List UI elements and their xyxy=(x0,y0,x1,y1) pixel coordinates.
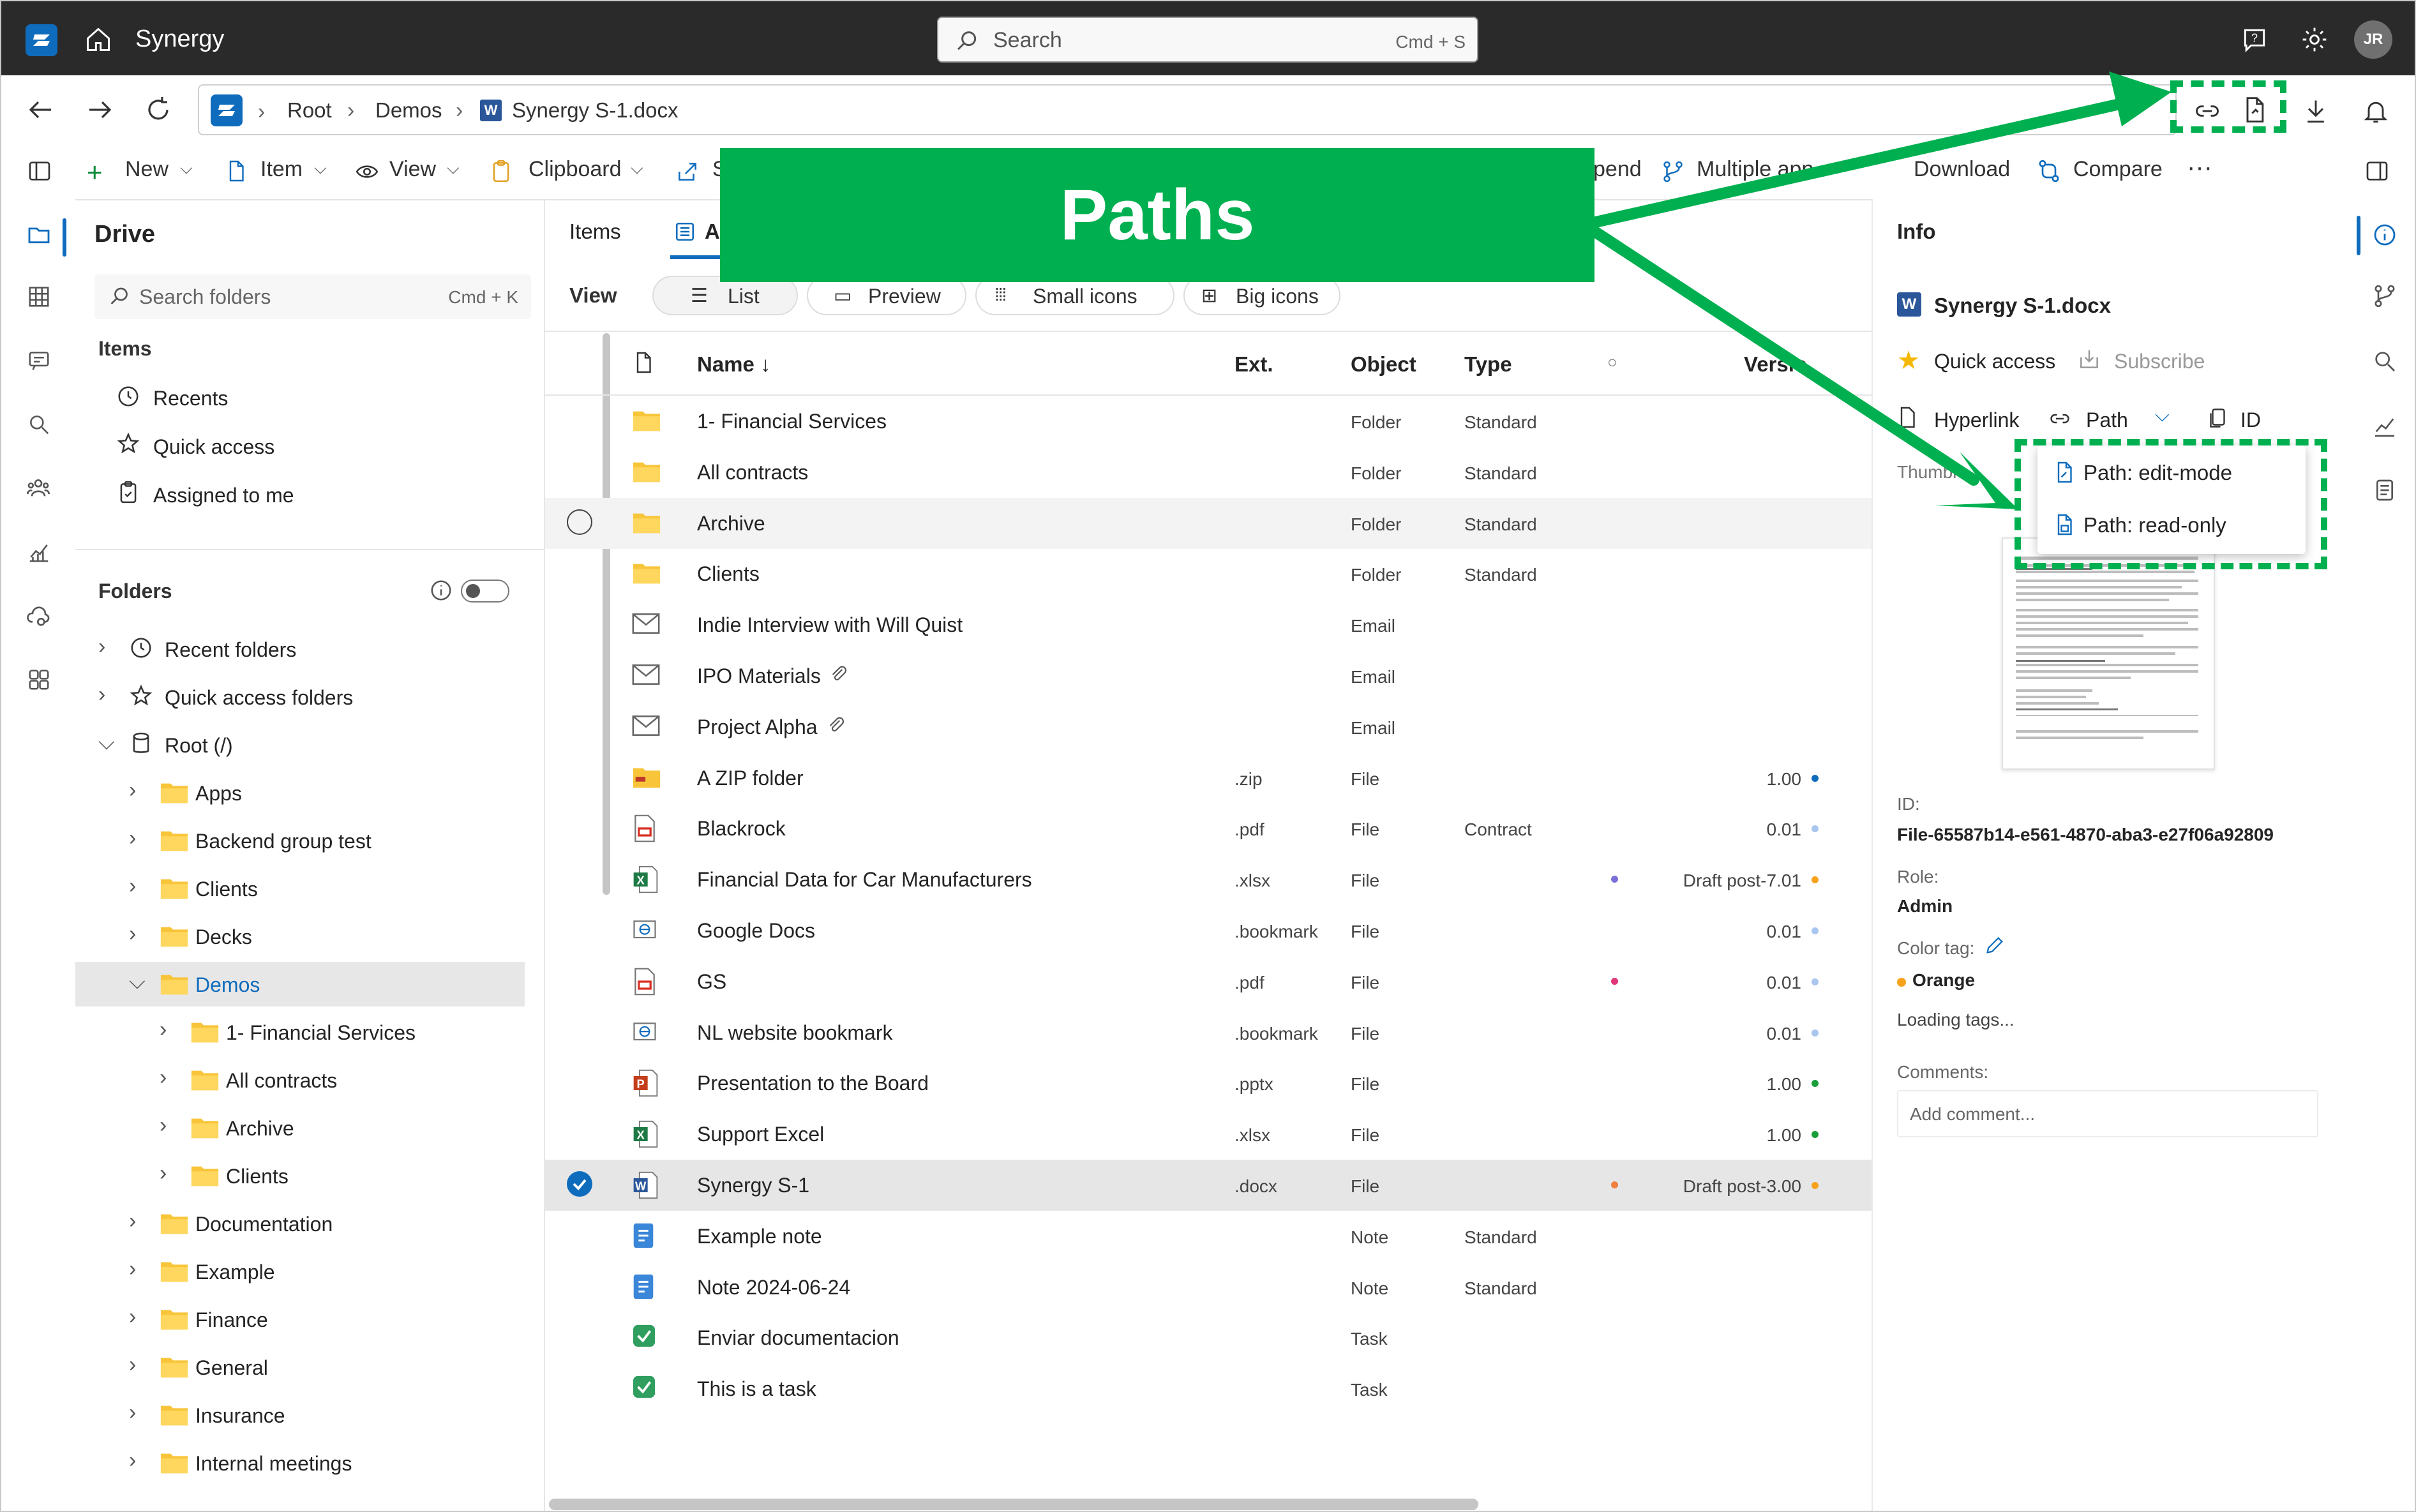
app-window: Synergy Search Cmd + S ? JR › Root › Dem… xyxy=(0,0,2416,1512)
highlight-path-buttons xyxy=(2170,80,2286,133)
highlight-path-menu xyxy=(2015,439,2327,569)
paths-annotation-banner: Paths xyxy=(720,148,1594,282)
